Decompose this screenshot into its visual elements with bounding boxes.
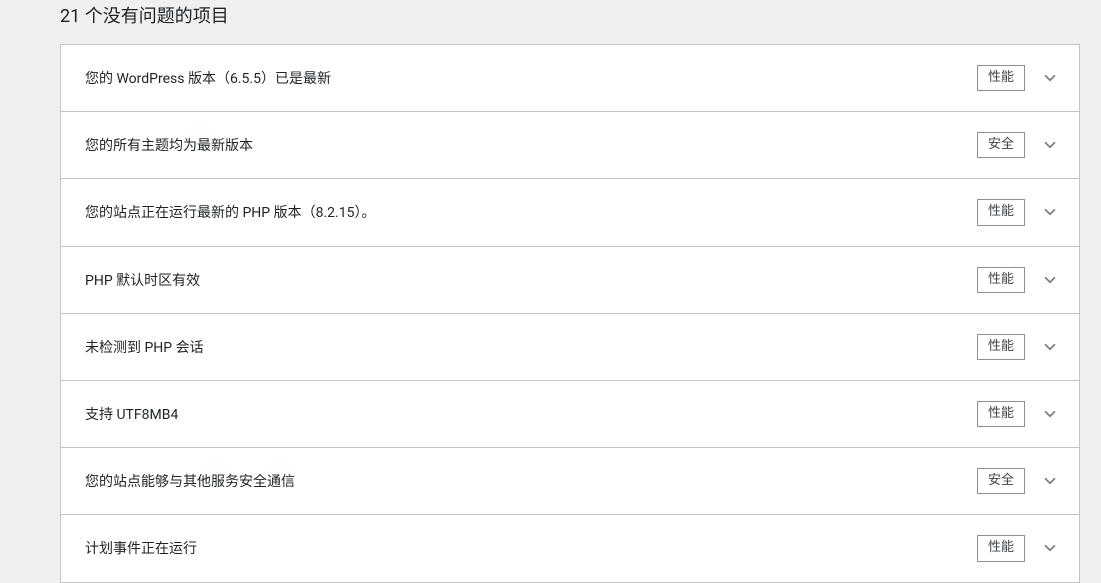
issue-title: 计划事件正在运行 bbox=[85, 538, 197, 558]
issue-row[interactable]: 您的 WordPress 版本（6.5.5）已是最新 性能 bbox=[61, 45, 1079, 112]
issue-badge-performance: 性能 bbox=[977, 65, 1025, 91]
chevron-down-icon bbox=[1039, 470, 1061, 492]
issue-meta: 安全 bbox=[977, 468, 1061, 494]
issue-meta: 性能 bbox=[977, 267, 1061, 293]
issue-title: 您的 WordPress 版本（6.5.5）已是最新 bbox=[85, 68, 331, 88]
issue-meta: 安全 bbox=[977, 132, 1061, 158]
issue-badge-performance: 性能 bbox=[977, 199, 1025, 225]
issue-title: PHP 默认时区有效 bbox=[85, 270, 200, 290]
issue-badge-performance: 性能 bbox=[977, 334, 1025, 360]
issue-meta: 性能 bbox=[977, 535, 1061, 561]
issue-title: 您的站点能够与其他服务安全通信 bbox=[85, 471, 295, 491]
chevron-down-icon bbox=[1039, 67, 1061, 89]
issue-row[interactable]: 您的所有主题均为最新版本 安全 bbox=[61, 112, 1079, 179]
issue-title: 您的所有主题均为最新版本 bbox=[85, 135, 253, 155]
issue-badge-performance: 性能 bbox=[977, 535, 1025, 561]
issue-row[interactable]: 您的站点正在运行最新的 PHP 版本（8.2.15）。 性能 bbox=[61, 179, 1079, 246]
issue-badge-security: 安全 bbox=[977, 468, 1025, 494]
chevron-down-icon bbox=[1039, 269, 1061, 291]
issue-title: 您的站点正在运行最新的 PHP 版本（8.2.15）。 bbox=[85, 202, 375, 222]
issue-row[interactable]: 未检测到 PHP 会话 性能 bbox=[61, 314, 1079, 381]
issues-list: 您的 WordPress 版本（6.5.5）已是最新性能您的所有主题均为最新版本… bbox=[60, 44, 1080, 583]
issue-title: 支持 UTF8MB4 bbox=[85, 404, 178, 424]
issue-meta: 性能 bbox=[977, 334, 1061, 360]
issue-meta: 性能 bbox=[977, 65, 1061, 91]
issue-title: 未检测到 PHP 会话 bbox=[85, 337, 204, 357]
issue-row[interactable]: 支持 UTF8MB4 性能 bbox=[61, 381, 1079, 448]
chevron-down-icon bbox=[1039, 403, 1061, 425]
issue-row[interactable]: 您的站点能够与其他服务安全通信 安全 bbox=[61, 448, 1079, 515]
chevron-down-icon bbox=[1039, 134, 1061, 156]
issue-meta: 性能 bbox=[977, 199, 1061, 225]
chevron-down-icon bbox=[1039, 537, 1061, 559]
chevron-down-icon bbox=[1039, 201, 1061, 223]
chevron-down-icon bbox=[1039, 336, 1061, 358]
issue-badge-security: 安全 bbox=[977, 132, 1025, 158]
issue-meta: 性能 bbox=[977, 401, 1061, 427]
issue-badge-performance: 性能 bbox=[977, 401, 1025, 427]
section-title: 21 个没有问题的项目 bbox=[60, 0, 1101, 28]
site-health-passed-section: 21 个没有问题的项目 您的 WordPress 版本（6.5.5）已是最新性能… bbox=[0, 0, 1101, 583]
issue-row[interactable]: PHP 默认时区有效 性能 bbox=[61, 247, 1079, 314]
issue-row[interactable]: 计划事件正在运行 性能 bbox=[61, 515, 1079, 582]
issue-badge-performance: 性能 bbox=[977, 267, 1025, 293]
